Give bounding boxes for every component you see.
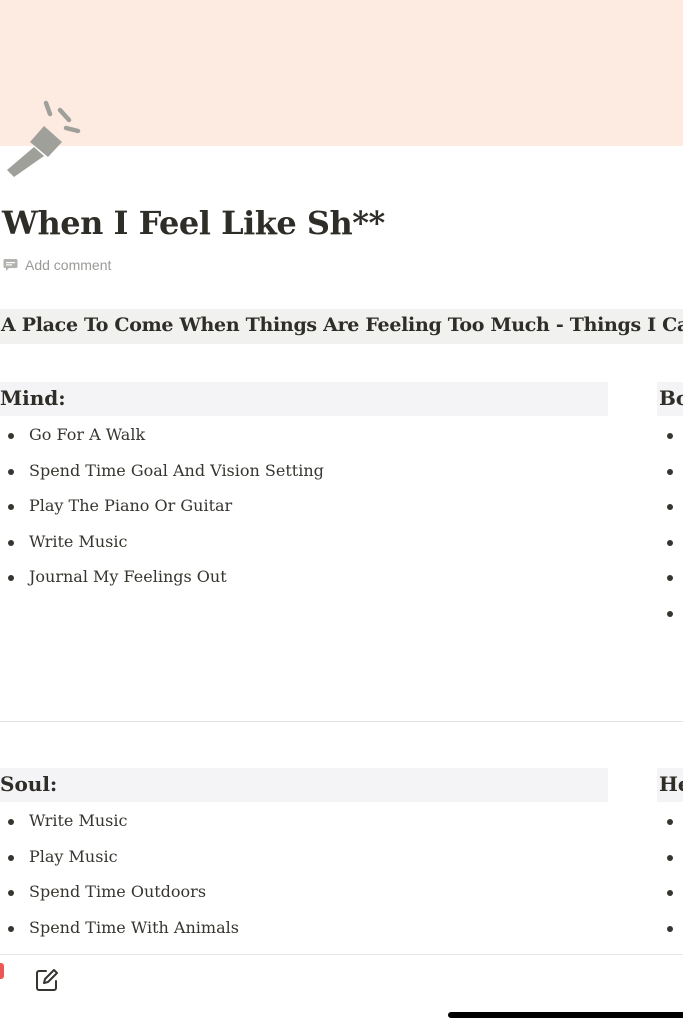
page-cover[interactable] <box>0 0 683 146</box>
body-heading-block[interactable]: Bo <box>657 382 683 416</box>
soul-heading: Soul: <box>0 772 58 796</box>
page-heading-block[interactable]: A Place To Come When Things Are Feeling … <box>0 309 683 344</box>
add-comment-button[interactable]: Add comment <box>3 255 111 275</box>
mind-heading: Mind: <box>0 386 66 410</box>
divider <box>0 721 683 722</box>
page-title[interactable]: When I Feel Like Sh** <box>2 204 385 242</box>
page-heading: A Place To Come When Things Are Feeling … <box>1 314 683 336</box>
flashlight-icon[interactable] <box>4 100 84 180</box>
body-heading: Bo <box>659 386 683 410</box>
bottom-toolbar <box>0 954 683 1025</box>
mind-heading-block[interactable]: Mind: <box>0 382 608 416</box>
heart-heading: He <box>659 772 683 796</box>
compose-icon[interactable] <box>34 967 60 993</box>
comment-icon <box>3 259 18 271</box>
add-comment-label: Add comment <box>25 257 112 273</box>
heart-heading-block[interactable]: He <box>657 768 683 802</box>
home-indicator[interactable] <box>448 1012 683 1018</box>
notification-badge[interactable] <box>0 963 4 979</box>
soul-heading-block[interactable]: Soul: <box>0 768 608 802</box>
